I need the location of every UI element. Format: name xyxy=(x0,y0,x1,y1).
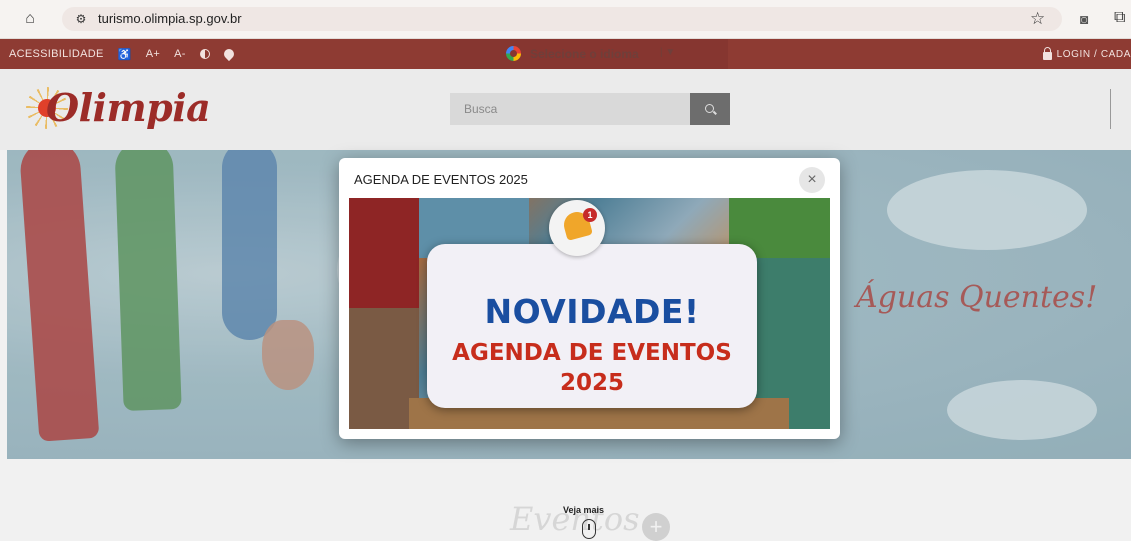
chevron-down-icon: | ▼ xyxy=(660,47,676,58)
collage-tile xyxy=(349,198,419,308)
logo-text: Olimpia xyxy=(46,85,211,130)
lock-icon xyxy=(1042,46,1052,60)
events-modal: AGENDA DE EVENTOS 2025 × NOVIDADE! AGEND… xyxy=(339,158,840,439)
address-bar[interactable]: ⚙ turismo.olimpia.sp.gov.br xyxy=(62,7,1062,31)
search-icon xyxy=(705,104,714,113)
wheelchair-icon[interactable]: ♿ xyxy=(118,48,132,61)
login-link[interactable]: LOGIN / CADA xyxy=(1042,39,1131,69)
banner-subtitle-line2: 2025 xyxy=(559,370,624,396)
font-increase-button[interactable]: A+ xyxy=(146,48,160,60)
contrast-icon[interactable] xyxy=(199,49,210,59)
notification-badge: 1 xyxy=(583,208,597,222)
site-header: Olimpia xyxy=(0,69,1131,150)
header-divider xyxy=(1110,89,1111,129)
extensions-icon[interactable]: ⧉ xyxy=(1114,8,1125,28)
modal-title: AGENDA DE EVENTOS 2025 xyxy=(354,172,528,187)
home-icon[interactable]: ⌂ xyxy=(20,9,40,29)
browser-toolbar: ⌂ ⚙ turismo.olimpia.sp.gov.br ☆ ◙ ⧉ xyxy=(0,0,1131,39)
plus-icon[interactable]: + xyxy=(642,513,670,541)
close-icon[interactable]: × xyxy=(799,167,825,193)
google-translate-icon xyxy=(506,46,521,61)
search-button[interactable] xyxy=(690,93,730,125)
banner-subtitle-line1: AGENDA DE EVENTOS xyxy=(452,340,732,366)
search-input[interactable] xyxy=(450,93,690,125)
see-more-label[interactable]: Veja mais xyxy=(563,505,604,515)
site-info-icon[interactable]: ⚙ xyxy=(72,10,90,28)
accessibility-link[interactable]: ACESSIBILIDADE xyxy=(9,48,104,60)
banner-card: NOVIDADE! AGENDA DE EVENTOS 2025 xyxy=(427,244,757,408)
language-selector[interactable]: Selecione o idioma | ▼ xyxy=(450,39,728,69)
login-label: LOGIN / CADA xyxy=(1056,48,1131,60)
camera-icon[interactable]: ◙ xyxy=(1080,9,1088,29)
font-decrease-button[interactable]: A- xyxy=(174,48,186,60)
site-topbar: ACESSIBILIDADE ♿ A+ A- Selecione o idiom… xyxy=(0,39,1131,69)
accessibility-toolbar: ACESSIBILIDADE ♿ A+ A- xyxy=(9,39,236,69)
scroll-mouse-icon[interactable] xyxy=(582,519,596,539)
location-pin-icon[interactable] xyxy=(221,46,236,62)
star-icon[interactable]: ☆ xyxy=(1030,9,1045,29)
banner-headline: NOVIDADE! xyxy=(484,292,700,331)
site-logo[interactable]: Olimpia xyxy=(26,81,228,137)
bell-icon: 1 xyxy=(549,200,605,256)
url-text[interactable]: turismo.olimpia.sp.gov.br xyxy=(98,11,242,26)
modal-banner-image[interactable]: NOVIDADE! AGENDA DE EVENTOS 2025 1 xyxy=(349,198,830,429)
language-selector-label: Selecione o idioma xyxy=(530,47,639,61)
